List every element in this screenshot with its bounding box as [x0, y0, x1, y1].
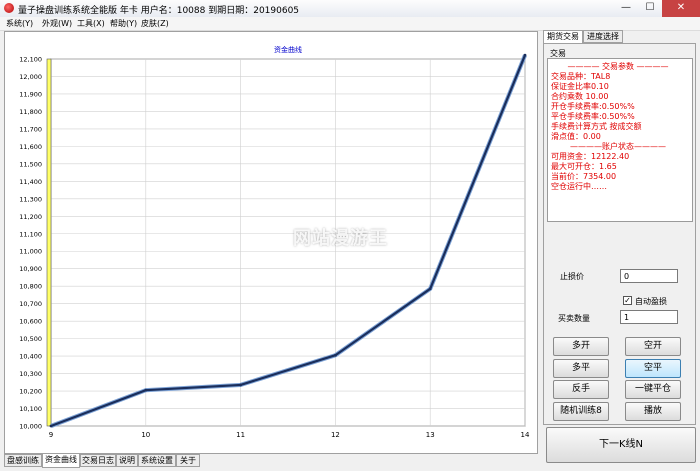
random-train-button[interactable]: 随机训练8	[553, 402, 609, 421]
tab-description[interactable]: 说明	[116, 454, 138, 467]
capital-curve-panel: 10,000 10,100 10,200 10,300 10,400 10,500 10,6…	[4, 31, 538, 454]
y-tick-label: 10,800	[19, 283, 42, 291]
y-tick-label: 10,700	[19, 300, 42, 308]
tab-capital-curve[interactable]: 资金曲线	[42, 454, 80, 468]
tab-system-settings[interactable]: 系统设置	[138, 454, 176, 467]
next-candle-button[interactable]: 下一K线N	[546, 427, 696, 463]
title-bar: 量子操盘训练系统全能版 年卡 用户名：10088 到期日期：20190605 —…	[0, 0, 700, 18]
info-open-fee: 开仓手续费率:0.50%%	[551, 102, 635, 111]
y-tick-label: 10,200	[19, 388, 42, 396]
account-header: ————账户状态————	[570, 142, 666, 151]
menu-appearance[interactable]: 外观(W)	[42, 18, 72, 29]
y-tick-label: 11,500	[19, 160, 42, 168]
info-fee-method: 手续费计算方式 按成交额	[551, 122, 642, 131]
y-tick-label: 10,900	[19, 265, 42, 273]
open-long-button[interactable]: 多开	[553, 337, 609, 356]
x-tick-label: 11	[236, 431, 245, 439]
info-status: 空仓运行中……	[551, 182, 607, 191]
y-tick-label: 11,700	[19, 125, 42, 133]
y-tick-label: 11,200	[19, 213, 42, 221]
open-short-button[interactable]: 空开	[625, 337, 681, 356]
info-max-open: 最大可开仓：1.65	[551, 162, 617, 171]
y-tick-label: 12,100	[19, 56, 42, 64]
y-tick-label: 10,600	[19, 318, 42, 326]
maximize-button[interactable]: ☐	[638, 0, 662, 17]
info-multiplier: 合约乘数 10.00	[551, 92, 609, 101]
window-title: 量子操盘训练系统全能版 年卡 用户名：10088 到期日期：20190605	[18, 6, 300, 16]
info-slippage: 滑点值：0.00	[551, 132, 601, 141]
data-point	[239, 383, 243, 387]
menu-skin[interactable]: 皮肤(Z)	[141, 18, 169, 29]
watermark-text: 网站漫游王	[293, 228, 388, 249]
capital-curve-chart: 10,000 10,100 10,200 10,300 10,400 10,500 10,6…	[19, 45, 530, 439]
auto-stop-checkbox[interactable]: ✓	[623, 296, 632, 305]
data-point	[428, 287, 432, 291]
menu-bar: 系统(Y) 外观(W) 工具(X) 帮助(Y) 皮肤(Z)	[0, 17, 700, 31]
info-symbol: 交易品种：TAL8	[551, 72, 611, 81]
y-tick-label: 12,000	[19, 73, 42, 81]
data-point	[523, 53, 527, 57]
y-tick-label: 11,100	[19, 230, 42, 238]
data-point	[144, 388, 148, 392]
y-tick-label: 11,300	[19, 195, 42, 203]
x-tick-label: 12	[331, 431, 340, 439]
data-point	[49, 424, 53, 428]
stop-loss-input[interactable]: 0	[620, 269, 678, 283]
bottom-tab-bar: 盘感训练 资金曲线 交易日志 说明 系统设置 关于	[4, 454, 538, 468]
tab-futures-trading[interactable]: 期货交易	[543, 30, 583, 44]
tab-trade-log[interactable]: 交易日志	[80, 454, 116, 467]
app-logo-icon	[4, 3, 14, 13]
y-tick-label: 11,400	[19, 178, 42, 186]
close-all-button[interactable]: 一键平仓	[625, 380, 681, 399]
minimize-button[interactable]: —	[614, 0, 638, 17]
tab-feel-training[interactable]: 盘感训练	[4, 454, 42, 467]
menu-help[interactable]: 帮助(Y)	[110, 18, 137, 29]
y-tick-label: 10,400	[19, 353, 42, 361]
y-tick-label: 11,600	[19, 143, 42, 151]
reverse-button[interactable]: 反手	[553, 380, 609, 399]
info-available-funds: 可用资金：12122.40	[551, 152, 630, 161]
y-tick-label: 11,800	[19, 108, 42, 116]
tab-progress-select[interactable]: 进度选择	[583, 30, 623, 43]
stop-loss-label: 止损价	[560, 272, 584, 281]
y-tick-label: 10,500	[19, 335, 42, 343]
quantity-label: 买卖数量	[558, 314, 590, 323]
data-point	[334, 353, 337, 357]
x-tick-label: 14	[521, 431, 530, 439]
tab-about[interactable]: 关于	[176, 454, 200, 467]
chart-title: 资金曲线	[274, 45, 302, 54]
x-tick-label: 13	[426, 431, 435, 439]
y-tick-label: 11,000	[19, 248, 42, 256]
y-tick-label: 10,000	[19, 423, 42, 431]
y-tick-label: 11,900	[19, 90, 42, 98]
close-short-button[interactable]: 空平	[625, 359, 681, 378]
y-axis-bar	[46, 58, 52, 427]
trade-info-box[interactable]: ———— 交易参数 ———— 交易品种：TAL8 保证金比率0.10 合约乘数 …	[547, 58, 693, 222]
x-tick-label: 10	[141, 431, 150, 439]
x-tick-label: 9	[49, 431, 53, 439]
params-header: ———— 交易参数 ————	[567, 62, 669, 71]
info-close-fee: 平仓手续费率:0.50%%	[551, 112, 635, 121]
menu-system[interactable]: 系统(Y)	[6, 18, 33, 29]
close-button[interactable]: ✕	[662, 0, 700, 17]
menu-tools[interactable]: 工具(X)	[77, 18, 105, 29]
quantity-input[interactable]: 1	[620, 310, 678, 324]
playback-button[interactable]: 播放	[625, 402, 681, 421]
close-long-button[interactable]: 多平	[553, 359, 609, 378]
auto-stop-label: 自动盈损	[635, 297, 667, 306]
info-margin-ratio: 保证金比率0.10	[551, 82, 609, 91]
y-tick-label: 10,100	[19, 405, 42, 413]
y-tick-label: 10,300	[19, 370, 42, 378]
info-current-price: 当前价：7354.00	[551, 172, 617, 181]
